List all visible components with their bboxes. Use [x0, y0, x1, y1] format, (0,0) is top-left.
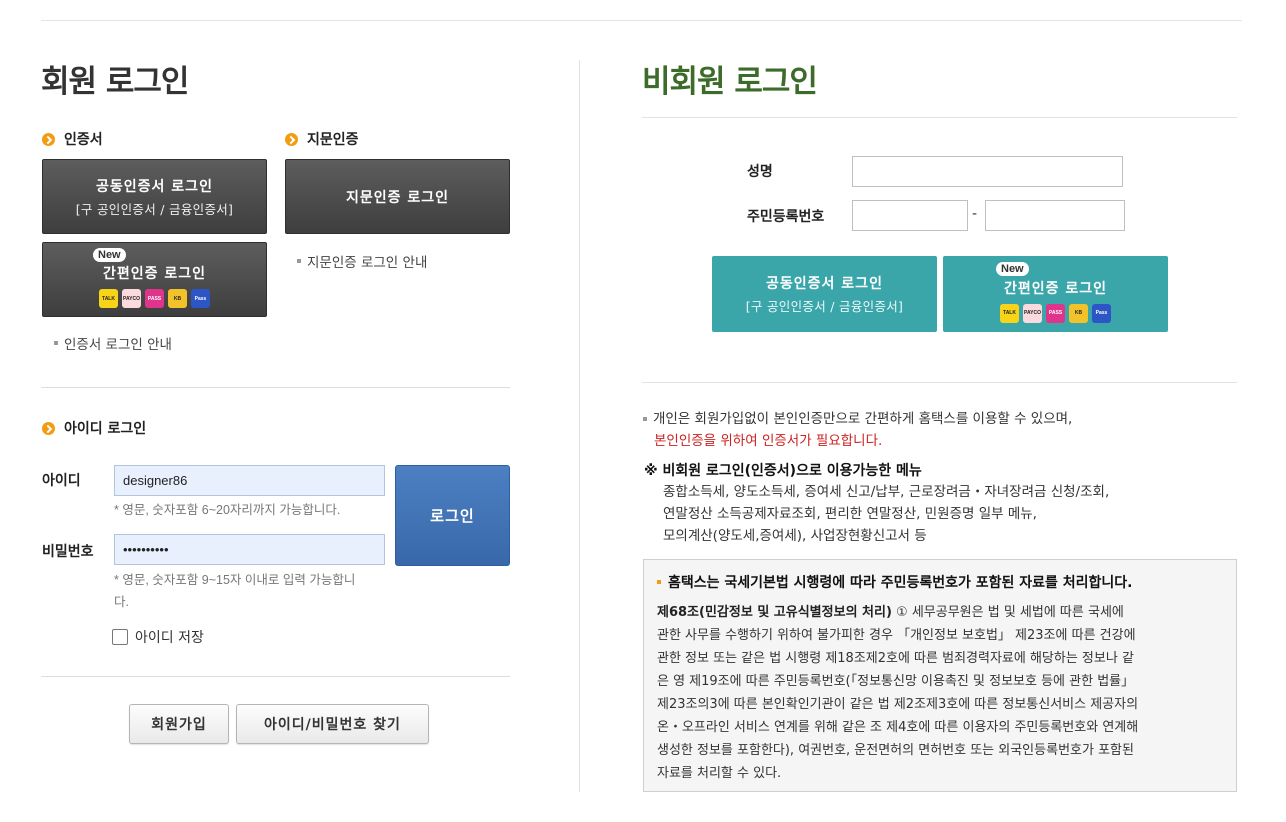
joint-cert-login-sublabel: [구 공인인증서 / 금융인증서]	[75, 201, 234, 217]
password-hint-line: 다.	[114, 595, 129, 609]
id-login-section-label: 아이디 로그인	[64, 421, 147, 437]
legal-line: 자료를 처리할 수 있다.	[657, 766, 782, 781]
password-label: 비밀번호	[42, 544, 94, 560]
pass-icon: PASS	[145, 289, 164, 308]
simple-auth-login-label: 간편인증 로그인	[102, 266, 207, 282]
square-bullet-icon	[643, 417, 647, 421]
cert-section-label: 인증서	[64, 132, 103, 148]
name-label: 성명	[747, 164, 773, 180]
member-login-title: 회원 로그인	[41, 64, 189, 100]
cert-login-guide-label: 인증서 로그인 안내	[64, 337, 172, 353]
joint-cert-login-label: 공동인증서 로그인	[96, 178, 213, 195]
notice-line: 개인은 회원가입없이 본인인증만으로 간편하게 홈택스를 이용할 수 있으며,	[643, 408, 1233, 430]
password-hint: * 영문, 숫자포함 9~15자 이내로 입력 가능합니 다.	[114, 569, 389, 613]
id-login-section-heading: 아이디 로그인	[42, 418, 146, 438]
rrn-separator: -	[972, 206, 978, 222]
chevron-circle-icon	[42, 421, 55, 435]
fingerprint-login-guide-label: 지문인증 로그인 안내	[307, 255, 428, 271]
auth-provider-icons: TALK PAYCO PASS KB Pass	[99, 289, 210, 308]
available-menu-list: 종합소득세, 양도소득세, 증여세 신고/납부, 근로장려금・자녀장려금 신청/…	[663, 481, 1233, 547]
legal-line: 관한 사무를 수행하기 위하여 불가피한 경우 「개인정보 보호법」 제23조에…	[657, 628, 1136, 643]
legal-line: 온・오프라인 서비스 연계를 위해 같은 조 제4호에 따른 이용자의 주민등록…	[657, 720, 1139, 735]
non-member-simple-auth-login-button[interactable]: New 간편인증 로그인 TALK PAYCO PASS KB Pass	[943, 256, 1168, 332]
fingerprint-login-label: 지문인증 로그인	[345, 189, 450, 206]
auth-provider-icons: TALK PAYCO PASS KB Pass	[1000, 303, 1111, 323]
legal-notice-heading-text: 홈택스는 국세기본법 시행령에 따라 주민등록번호가 포함된 자료를 처리합니다…	[668, 575, 1133, 591]
cert-login-guide-link[interactable]: 인증서 로그인 안내	[54, 333, 172, 353]
legal-line: ① 세무공무원은 법 및 세법에 따른 국세에	[891, 605, 1124, 620]
signup-button[interactable]: 회원가입	[129, 704, 229, 744]
kakao-icon: TALK	[1000, 303, 1019, 323]
joint-cert-login-label: 공동인증서 로그인	[766, 276, 883, 292]
menu-line: 모의계산(양도세,증여세), 사업장현황신고서 등	[663, 528, 927, 544]
save-id-label: 아이디 저장	[135, 630, 204, 646]
non-member-notice: 개인은 회원가입없이 본인인증만으로 간편하게 홈택스를 이용할 수 있으며, …	[643, 408, 1233, 452]
rrn-label: 주민등록번호	[747, 209, 825, 225]
legal-notice-box: 홈택스는 국세기본법 시행령에 따라 주민등록번호가 포함된 자료를 처리합니다…	[643, 559, 1237, 792]
legal-line: 생성한 정보를 포함한다), 여권번호, 운전면허의 면허번호 또는 외국인등록…	[657, 743, 1134, 758]
article-title: 제68조(민감정보 및 고유식별정보의 처리)	[657, 605, 892, 620]
legal-line: 은 영 제19조에 따른 주민등록번호(「정보통신망 이용촉진 및 정보보호 등…	[657, 674, 1135, 689]
square-bullet-icon	[657, 580, 661, 584]
legal-notice-heading: 홈택스는 국세기본법 시행령에 따라 주민등록번호가 포함된 자료를 처리합니다…	[657, 572, 1132, 592]
section-divider	[41, 676, 510, 677]
kb-icon: KB	[1069, 303, 1088, 323]
non-member-joint-cert-login-button[interactable]: 공동인증서 로그인 [구 공인인증서 / 금융인증서]	[712, 256, 937, 332]
legal-line: 제23조의3에 따른 본인확인기관이 같은 법 제2조제3호에 따른 정보통신서…	[657, 697, 1139, 712]
id-label: 아이디	[42, 473, 81, 489]
pass-icon: PASS	[1046, 303, 1065, 323]
notice-text: 개인은 회원가입없이 본인인증만으로 간편하게 홈택스를 이용할 수 있으며,	[653, 411, 1073, 427]
available-menu-title: ※ 비회원 로그인(인증서)으로 이용가능한 메뉴	[644, 463, 922, 479]
new-badge: New	[93, 248, 126, 262]
menu-line: 종합소득세, 양도소득세, 증여세 신고/납부, 근로장려금・자녀장려금 신청/…	[663, 484, 1110, 500]
kb-icon: KB	[168, 289, 187, 308]
samsung-pass-icon: Pass	[191, 289, 210, 308]
save-id-checkbox[interactable]	[112, 629, 128, 645]
square-bullet-icon	[297, 259, 301, 263]
notice-warning: 본인인증을 위하여 인증서가 필요합니다.	[654, 433, 883, 449]
login-button[interactable]: 로그인	[395, 465, 510, 566]
square-bullet-icon	[54, 341, 58, 345]
fingerprint-login-button[interactable]: 지문인증 로그인	[285, 159, 510, 234]
simple-auth-login-label: 간편인증 로그인	[1003, 280, 1108, 297]
save-id-option[interactable]: 아이디 저장	[112, 627, 204, 647]
legal-line: 관한 정보 또는 같은 법 시행령 제18조제2호에 따른 범죄경력자료에 해당…	[657, 651, 1134, 666]
legal-notice-body: 제68조(민감정보 및 고유식별정보의 처리) ① 세무공무원은 법 및 세법에…	[657, 601, 1233, 785]
simple-auth-login-button[interactable]: New 간편인증 로그인 TALK PAYCO PASS KB Pass	[42, 242, 267, 317]
top-divider	[41, 20, 1242, 21]
fingerprint-section-label: 지문인증	[307, 132, 359, 148]
fingerprint-section-heading: 지문인증	[285, 129, 359, 149]
password-hint-line: * 영문, 숫자포함 9~15자 이내로 입력 가능합니	[114, 573, 356, 587]
rrn-first-input[interactable]	[852, 200, 968, 231]
menu-line: 연말정산 소득공제자료조회, 편리한 연말정산, 민원증명 일부 메뉴,	[663, 506, 1037, 522]
name-input[interactable]	[852, 156, 1123, 187]
chevron-circle-icon	[285, 132, 298, 146]
section-divider	[41, 387, 510, 388]
section-divider	[642, 382, 1237, 383]
new-badge: New	[996, 262, 1029, 276]
id-hint: * 영문, 숫자포함 6~20자리까지 가능합니다.	[114, 503, 341, 517]
id-input[interactable]	[114, 465, 385, 496]
kakao-icon: TALK	[99, 289, 118, 308]
fingerprint-login-guide-link[interactable]: 지문인증 로그인 안내	[297, 251, 427, 271]
non-member-login-title: 비회원 로그인	[642, 64, 818, 100]
payco-icon: PAYCO	[1023, 303, 1042, 323]
chevron-circle-icon	[42, 132, 55, 146]
joint-cert-login-button[interactable]: 공동인증서 로그인 [구 공인인증서 / 금융인증서]	[42, 159, 267, 234]
find-account-button[interactable]: 아이디/비밀번호 찾기	[236, 704, 429, 744]
title-divider	[642, 117, 1237, 118]
column-divider	[579, 60, 580, 792]
cert-section-heading: 인증서	[42, 129, 103, 149]
password-input[interactable]	[114, 534, 385, 565]
joint-cert-login-sublabel: [구 공인인증서 / 금융인증서]	[745, 299, 904, 314]
payco-icon: PAYCO	[122, 289, 141, 308]
samsung-pass-icon: Pass	[1092, 303, 1111, 323]
rrn-second-input[interactable]	[985, 200, 1125, 231]
